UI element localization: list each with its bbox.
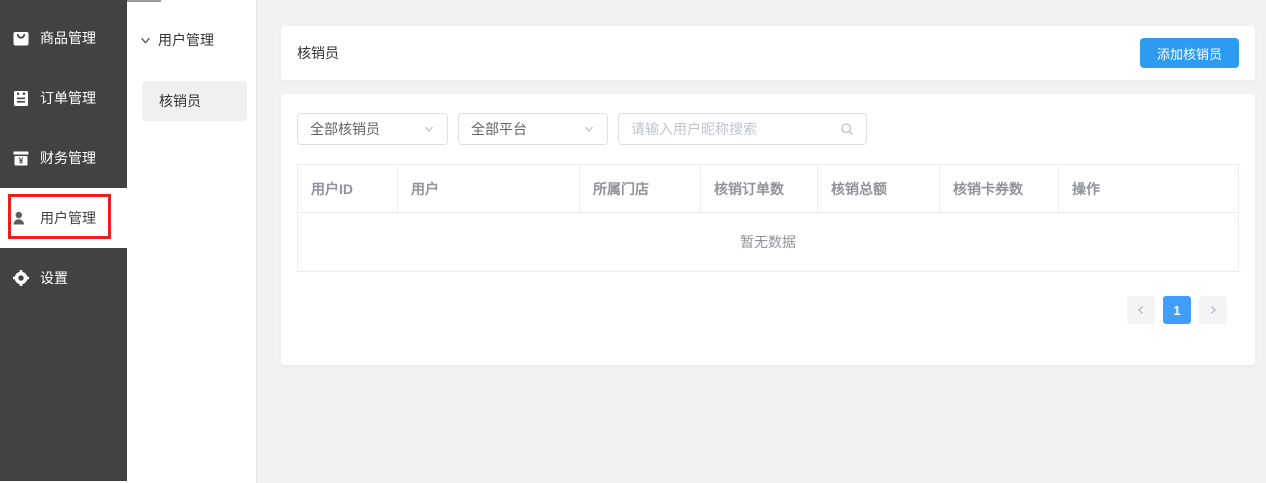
filter-row: 全部核销员 全部平台	[297, 113, 1239, 145]
column-header-actions: 操作	[1058, 164, 1239, 213]
empty-row: 暂无数据	[297, 212, 1239, 272]
column-header-total-amount: 核销总额	[817, 164, 940, 213]
bag-icon	[11, 28, 31, 48]
submenu-item-verifier[interactable]: 核销员	[142, 81, 247, 121]
column-header-coupon-count: 核销卡券数	[939, 164, 1059, 213]
page-number-button[interactable]: 1	[1163, 296, 1191, 324]
table-header-row: 用户ID 用户 所属门店 核销订单数 核销总额 核销卡券数 操作	[297, 164, 1239, 213]
column-header-user-id: 用户ID	[297, 164, 398, 213]
sidebar-item-orders[interactable]: 订单管理	[0, 68, 127, 128]
primary-sidebar-inner: 商品管理 订单管理 ¥ 财务管理 用户管理 设置	[0, 0, 127, 481]
order-icon	[11, 88, 31, 108]
svg-text:¥: ¥	[19, 156, 24, 166]
search-icon[interactable]	[840, 122, 854, 136]
sidebar-item-finance[interactable]: ¥ 财务管理	[0, 128, 127, 188]
sidebar-item-products[interactable]: 商品管理	[0, 8, 127, 68]
sidebar-item-label: 设置	[40, 270, 68, 286]
finance-icon: ¥	[11, 148, 31, 168]
user-icon	[11, 208, 31, 228]
pagination: 1	[297, 296, 1239, 324]
partial-divider	[127, 0, 161, 2]
sidebar-item-label: 订单管理	[40, 90, 96, 106]
chevron-down-icon	[140, 35, 151, 46]
search-box	[618, 113, 867, 145]
gear-icon	[11, 268, 31, 288]
prev-page-button[interactable]	[1127, 296, 1155, 324]
column-header-order-count: 核销订单数	[700, 164, 818, 213]
sidebar-item-label: 财务管理	[40, 150, 96, 166]
column-header-user: 用户	[397, 164, 580, 213]
search-input[interactable]	[631, 121, 840, 137]
main-content: 核销员 添加核销员 全部核销员 全部平台 请输入用户昵称搜索 用户ID 用户 所…	[257, 0, 1266, 483]
verifier-select-value: 全部核销员	[310, 121, 380, 137]
primary-sidebar: 商品管理 订单管理 ¥ 财务管理 用户管理 设置	[0, 0, 127, 483]
sidebar-item-label: 商品管理	[40, 30, 96, 46]
submenu-group-label: 用户管理	[158, 32, 214, 48]
add-verifier-button[interactable]: 添加核销员	[1139, 38, 1239, 68]
page-title: 核销员	[297, 45, 339, 61]
chevron-down-icon	[583, 123, 595, 135]
column-header-store: 所属门店	[579, 164, 701, 213]
content-card: 全部核销员 全部平台 请输入用户昵称搜索 用户ID 用户 所属门店 核销订单数 …	[281, 94, 1255, 365]
platform-select[interactable]: 全部平台	[458, 113, 608, 145]
empty-state-text: 暂无数据	[297, 212, 1239, 272]
verifier-table: 用户ID 用户 所属门店 核销订单数 核销总额 核销卡券数 操作 暂无数据	[297, 164, 1239, 272]
sidebar-item-label: 用户管理	[40, 210, 96, 226]
sidebar-item-users[interactable]: 用户管理	[0, 188, 127, 248]
page-header-card: 核销员 添加核销员	[281, 26, 1255, 80]
secondary-sidebar: 用户管理 核销员	[127, 0, 257, 483]
verifier-select[interactable]: 全部核销员	[297, 113, 448, 145]
platform-select-value: 全部平台	[471, 121, 527, 137]
next-page-button[interactable]	[1199, 296, 1227, 324]
sidebar-item-settings[interactable]: 设置	[0, 248, 127, 308]
submenu-group-users[interactable]: 用户管理	[127, 30, 256, 50]
chevron-down-icon	[423, 123, 435, 135]
